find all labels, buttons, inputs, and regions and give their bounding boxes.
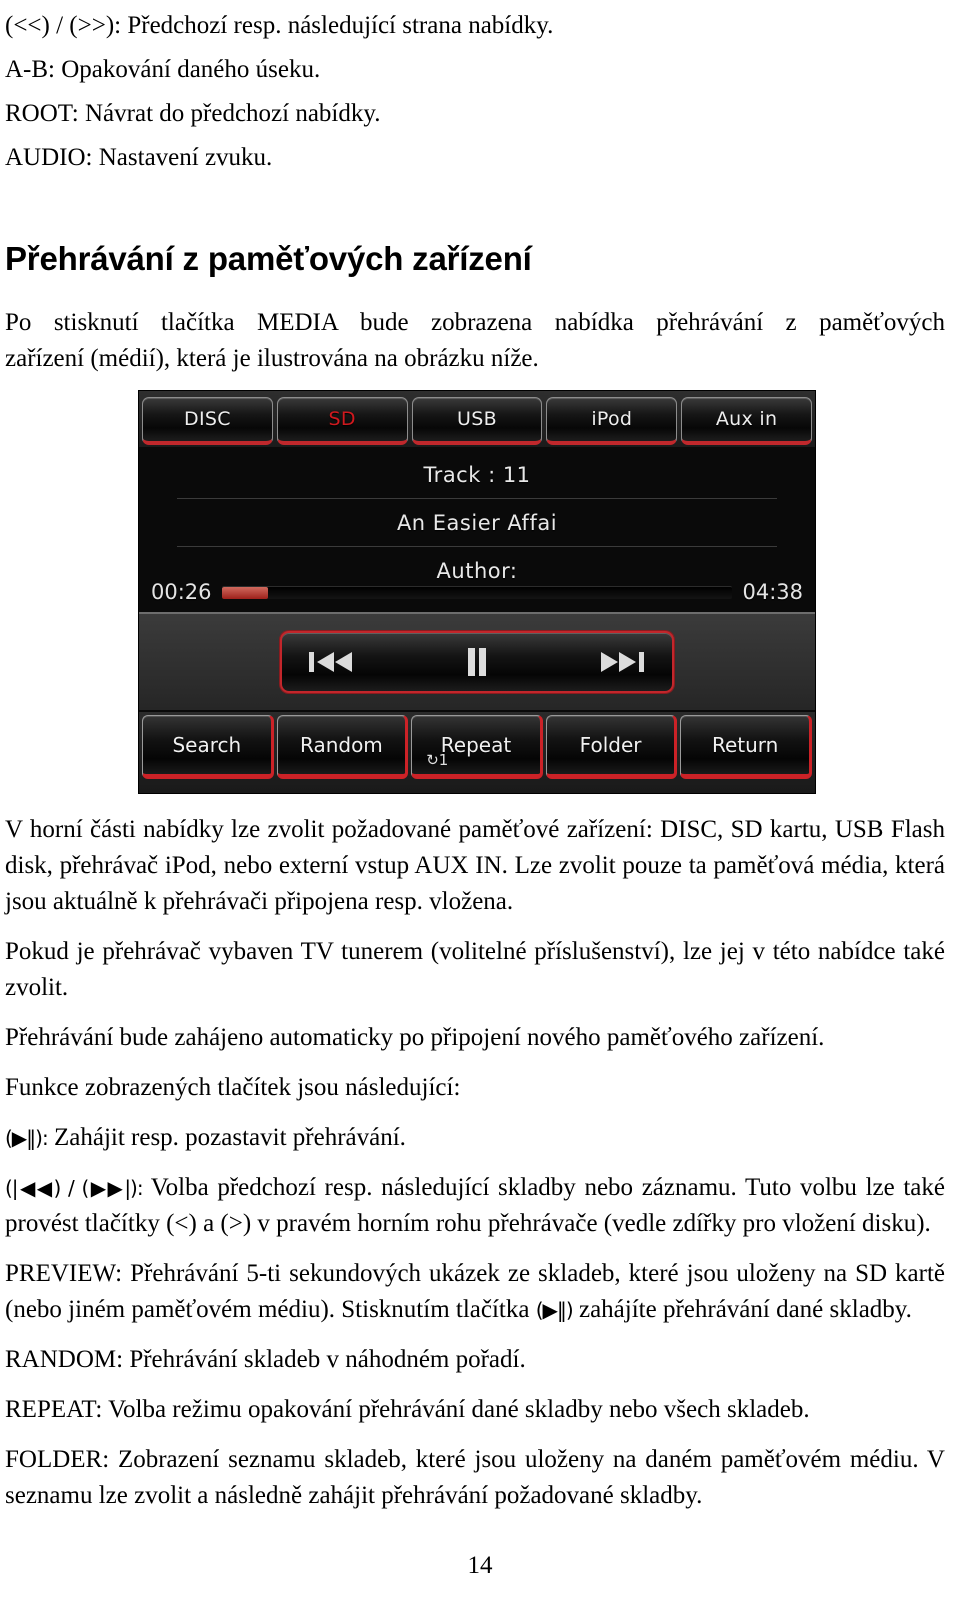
return-button[interactable]: Return [680, 715, 812, 779]
total-time: 04:38 [742, 580, 803, 604]
track-title: An Easier Affai [396, 511, 558, 535]
function-button-label: Search [172, 733, 242, 757]
source-tab-usb[interactable]: USB [411, 396, 543, 445]
elapsed-time: 00:26 [151, 580, 212, 604]
paragraph-autoplay: Přehrávání bude zahájeno automaticky po … [5, 1024, 825, 1051]
paragraph-random: RANDOM: Přehrávání skladeb v náhodném po… [5, 1346, 526, 1373]
transport-control-area [139, 612, 815, 712]
source-tab-sd[interactable]: SD [276, 396, 408, 445]
paragraph-play-pause: (▶‖): Zahájit resp. pozastavit přehráván… [5, 1120, 945, 1156]
random-button[interactable]: Random [276, 715, 409, 779]
source-tab-disc[interactable]: DISC [142, 396, 273, 445]
pause-icon[interactable] [466, 647, 488, 677]
section-heading: Přehrávání z paměťových zařízení [5, 240, 532, 277]
paragraph-repeat: REPEAT: Volba režimu opakování přehráván… [5, 1396, 810, 1423]
list-item: ROOT: Návrat do předchozí nabídky. [5, 100, 381, 127]
play-pause-text: Zahájit resp. pozastavit přehrávání. [47, 1124, 406, 1151]
list-item: A-B: Opakování daného úseku. [5, 56, 321, 83]
function-button-label: Return [711, 733, 779, 757]
source-tab-aux-in[interactable]: Aux in [681, 396, 812, 445]
track-number-row: Track : 11 [139, 451, 815, 499]
intro-line-1: Po stisknutí tlačítka MEDIA bude zobraze… [5, 309, 945, 336]
media-player-screenshot: DISC SD USB iPod Aux in Track : 11 An Ea… [138, 390, 816, 794]
track-title-row: An Easier Affai [139, 499, 815, 547]
prev-next-symbol: (|◀◀) / (▶▶|): [5, 1176, 144, 1200]
previous-track-icon[interactable] [308, 649, 354, 675]
function-button-bar: Search Random ↻1 Repeat Folder Return [139, 712, 815, 792]
folder-button[interactable]: Folder [545, 715, 678, 779]
paragraph-button-functions-intro: Funkce zobrazených tlačítek jsou následu… [5, 1074, 461, 1101]
page-number: 14 [467, 1552, 493, 1579]
transport-controls [280, 631, 674, 693]
preview-symbol: (▶‖) [535, 1298, 574, 1322]
function-button-label: Repeat [440, 733, 512, 757]
repeat-button[interactable]: ↻1 Repeat [411, 715, 543, 779]
function-button-label: Random [299, 733, 383, 757]
paragraph-tv-tuner: Pokud je přehrávač vybaven TV tunerem (v… [5, 938, 945, 1001]
paragraph-folder: FOLDER: Zobrazení seznamu skladeb, které… [5, 1446, 945, 1509]
source-tab-ipod[interactable]: iPod [546, 396, 678, 445]
intro-paragraph: Po stisknutí tlačítka MEDIA bude zobraze… [5, 305, 945, 377]
next-track-icon[interactable] [600, 649, 646, 675]
list-item: AUDIO: Nastavení zvuku. [5, 144, 273, 171]
source-tab-label: SD [328, 408, 356, 430]
progress-bar[interactable] [221, 585, 733, 599]
now-playing-panel: Track : 11 An Easier Affai Author: 00:26… [139, 449, 815, 612]
body-text: V horní části nabídky lze zvolit požadov… [5, 812, 945, 1528]
progress-row: 00:26 04:38 [139, 575, 815, 609]
function-button-label: Folder [579, 733, 642, 757]
paragraph-prev-next: (|◀◀) / (▶▶|): Volba předchozí resp. nás… [5, 1170, 945, 1242]
repeat-one-icon: ↻1 [426, 751, 449, 769]
paragraph-preview: PREVIEW: Přehrávání 5-ti sekundových uká… [5, 1256, 945, 1328]
paragraph-memory-devices: V horní části nabídky lze zvolit požadov… [5, 816, 945, 915]
intro-line-2: zařízení (médií), která je ilustrována n… [5, 345, 539, 372]
key-function-list: (<<) / (>>): Předchozí resp. následující… [5, 4, 955, 180]
search-button[interactable]: Search [142, 715, 274, 779]
source-tab-bar: DISC SD USB iPod Aux in [139, 391, 815, 449]
source-tab-label: USB [457, 408, 497, 430]
progress-bar-fill [221, 586, 268, 599]
source-tab-label: DISC [184, 408, 231, 430]
prev-next-text: Volba předchozí resp. následující skladb… [5, 1174, 945, 1237]
preview-suffix: zahájíte přehrávání dané skladby. [572, 1296, 912, 1323]
document-page: (<<) / (>>): Předchozí resp. následující… [0, 0, 960, 1600]
source-tab-label: iPod [591, 408, 633, 430]
play-pause-symbol: (▶‖): [5, 1126, 49, 1150]
track-number: Track : 11 [423, 463, 531, 487]
source-tab-label: Aux in [715, 408, 778, 430]
list-item: (<<) / (>>): Předchozí resp. následující… [5, 12, 554, 39]
